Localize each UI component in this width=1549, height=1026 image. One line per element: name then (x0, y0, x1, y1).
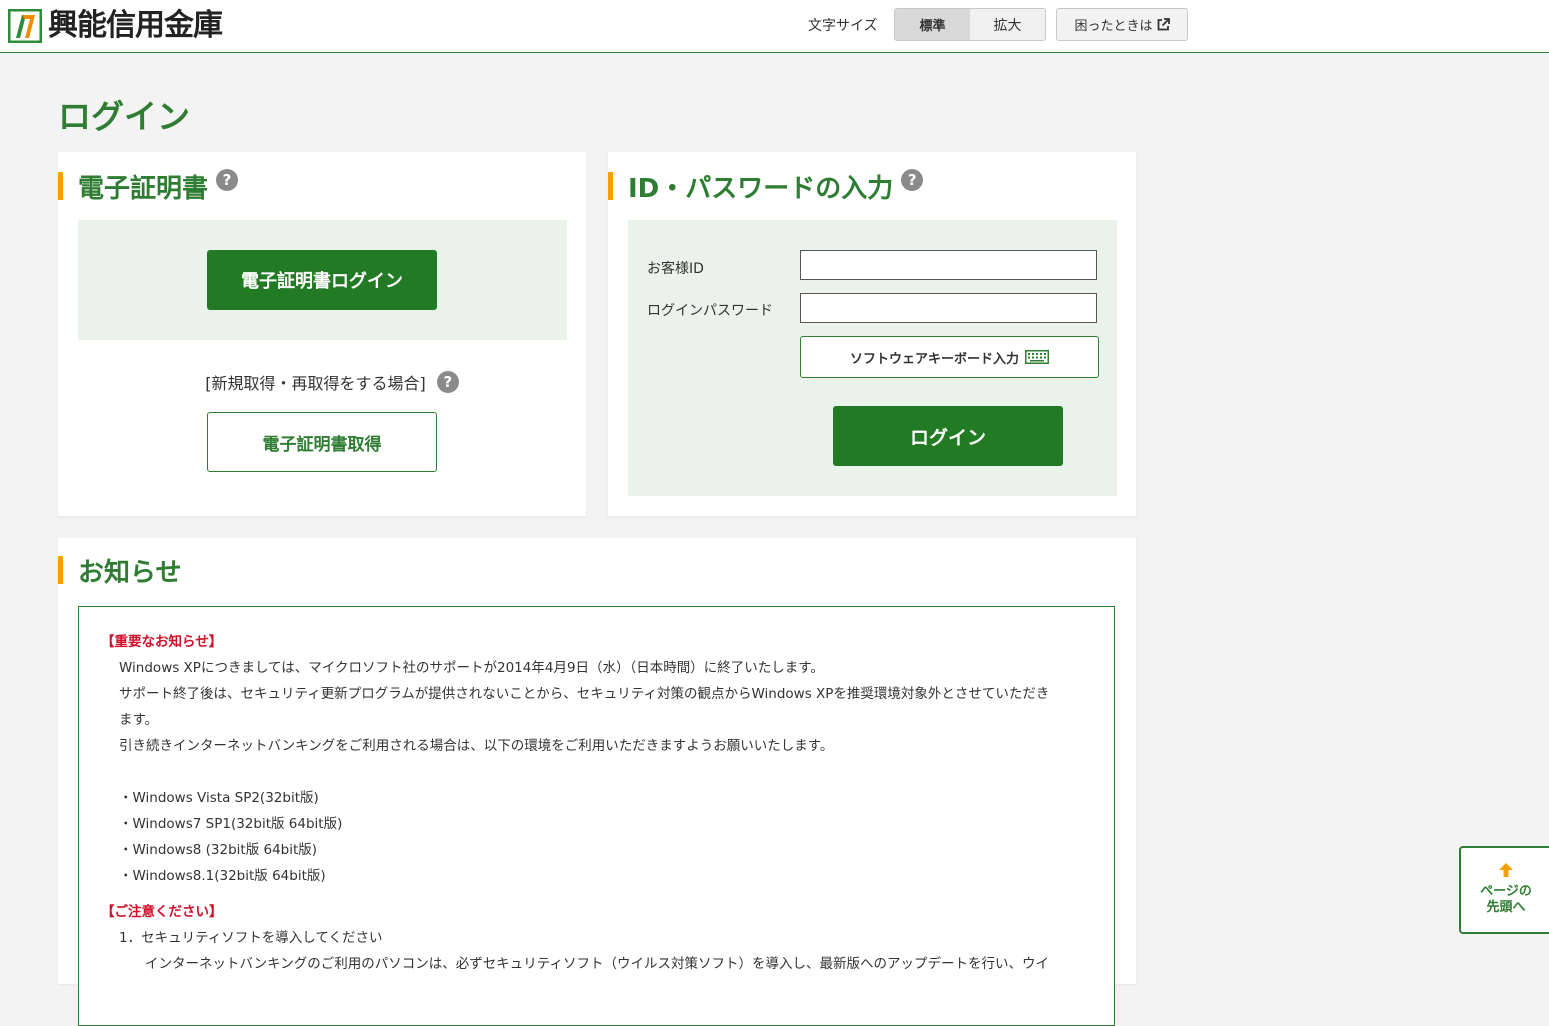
help-button[interactable]: 困ったときは (1056, 8, 1188, 41)
back-to-top-line1: ページの (1480, 884, 1532, 899)
certificate-login-area: 電子証明書ログイン (78, 220, 567, 340)
notice-line: ます。 (119, 712, 159, 728)
id-password-heading: ID・パスワードの入力 ? (608, 169, 924, 204)
os-list-item: ・Windows7 SP1(32bit版 64bit版) (119, 816, 343, 832)
certificate-heading-text: 電子証明書 (78, 173, 209, 204)
font-size-standard-button[interactable]: 標準 (895, 9, 970, 40)
os-list-item: ・Windows8 (32bit版 64bit版) (119, 842, 318, 858)
keyboard-icon (1025, 350, 1049, 364)
certificate-login-button[interactable]: 電子証明書ログイン (207, 250, 437, 310)
notice-line: サポート終了後は、セキュリティ更新プログラムが提供されないことから、セキュリティ… (119, 686, 1050, 702)
page-title: ログイン (58, 97, 190, 136)
id-login-button[interactable]: ログイン (833, 406, 1063, 466)
new-cert-help-icon[interactable]: ? (436, 371, 459, 393)
important-notice-title: 【重要なお知らせ】 (101, 634, 223, 650)
password-label: ログインパスワード (647, 303, 773, 319)
bank-logo-mark-icon (8, 9, 42, 43)
notice-panel: お知らせ 【重要なお知らせ】 Windows XPにつきましては、マイクロソフト… (58, 538, 1136, 1026)
back-to-top-label: ページの 先頭へ (1461, 884, 1549, 916)
software-keyboard-label: ソフトウェアキーボード入力 (849, 351, 1019, 367)
certificate-panel: 電子証明書 ? 電子証明書ログイン [新規取得・再取得をする場合] ? 電子証明… (58, 152, 586, 516)
new-cert-note-row: [新規取得・再取得をする場合] ? (58, 370, 586, 395)
notice-box: 【重要なお知らせ】 Windows XPにつきましては、マイクロソフト社のサポー… (78, 606, 1115, 1026)
customer-id-label: お客様ID (647, 261, 704, 277)
help-label: 困ったときは (1074, 19, 1153, 34)
font-size-label: 文字サイズ (808, 18, 878, 34)
certificate-heading: 電子証明書 ? (58, 169, 239, 204)
id-password-panel: ID・パスワードの入力 ? お客様ID ログインパスワード ソフトウェアキーボー… (608, 152, 1136, 516)
bank-name: 興能信用金庫 (48, 8, 223, 43)
new-cert-note: [新規取得・再取得をする場合] (205, 374, 426, 393)
arrow-up-icon (1499, 863, 1513, 877)
back-to-top-button[interactable]: ページの 先頭へ (1459, 846, 1549, 934)
caution-title: 【ご注意ください】 (101, 904, 223, 920)
os-list-item: ・Windows Vista SP2(32bit版) (119, 790, 319, 806)
notice-line: Windows XPにつきましては、マイクロソフト社のサポートが2014年4月9… (119, 660, 824, 676)
id-login-area: お客様ID ログインパスワード ソフトウェアキーボード入力 ログイン (628, 220, 1117, 496)
os-list-item: ・Windows8.1(32bit版 64bit版) (119, 868, 326, 884)
font-size-large-button[interactable]: 拡大 (970, 9, 1045, 40)
bank-logo[interactable]: 興能信用金庫 (8, 8, 223, 44)
font-size-toggle: 標準 拡大 (894, 8, 1046, 41)
notice-line: 引き続きインターネットバンキングをご利用される場合は、以下の環境をご利用いただき… (119, 738, 834, 754)
software-keyboard-button[interactable]: ソフトウェアキーボード入力 (800, 336, 1099, 378)
back-to-top-line2: 先頭へ (1486, 900, 1526, 915)
site-header: 興能信用金庫 文字サイズ 標準 拡大 困ったときは (0, 0, 1549, 53)
caution-item: 1．セキュリティソフトを導入してください (119, 930, 383, 946)
caution-detail: インターネットバンキングのご利用のパソコンは、必ずセキュリティソフト（ウイルス対… (145, 956, 1049, 972)
get-certificate-button[interactable]: 電子証明書取得 (207, 412, 437, 472)
notice-heading: お知らせ (58, 556, 181, 588)
certificate-help-icon[interactable]: ? (216, 169, 239, 191)
id-password-heading-text: ID・パスワードの入力 (628, 173, 894, 204)
id-password-help-icon[interactable]: ? (901, 169, 924, 191)
password-input[interactable] (800, 293, 1097, 323)
external-link-icon (1157, 18, 1170, 31)
customer-id-input[interactable] (800, 250, 1097, 280)
